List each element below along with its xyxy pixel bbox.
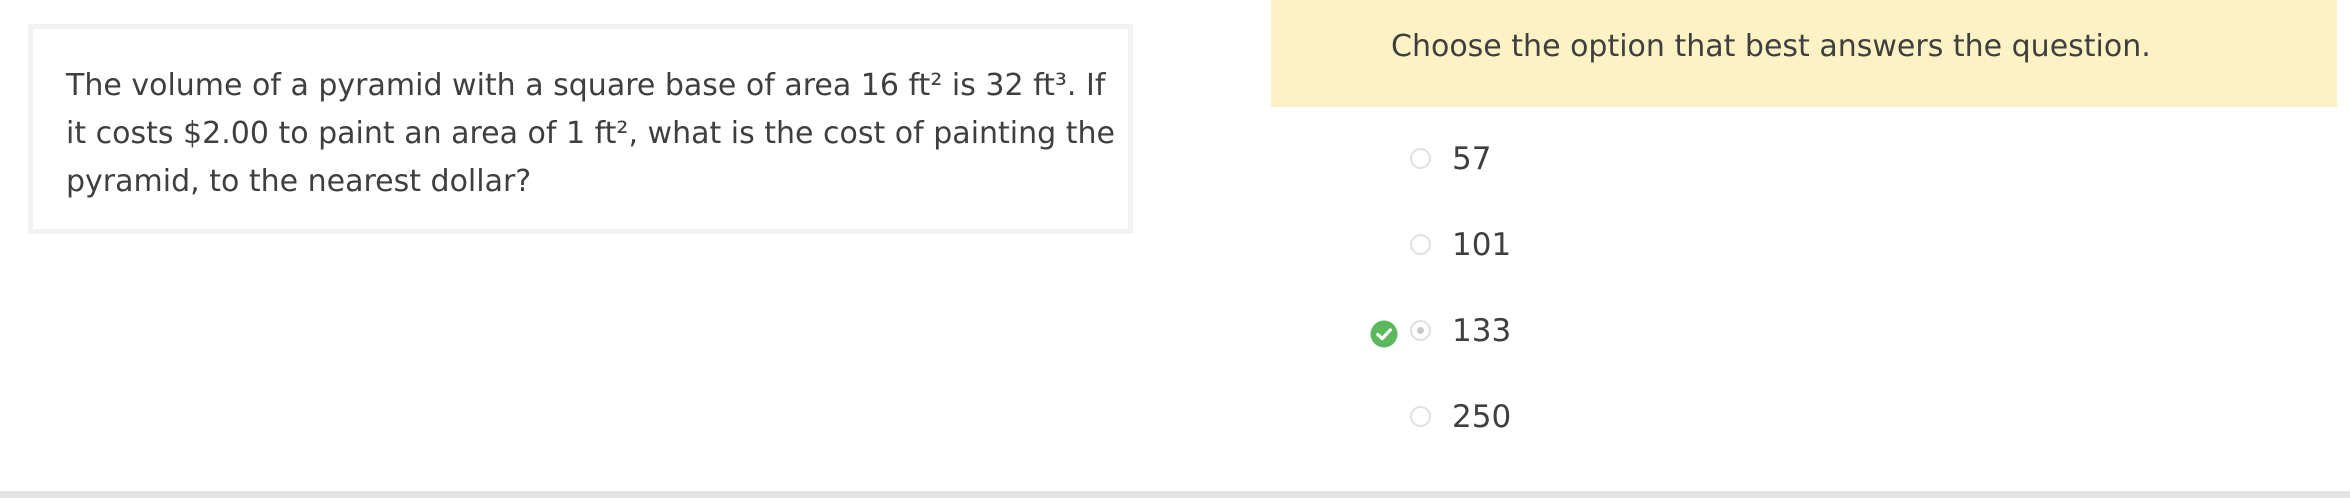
answer-option-3[interactable]: 133 (1370, 313, 1710, 354)
radio-button-selected[interactable] (1410, 320, 1431, 341)
option-label: 133 (1452, 313, 1512, 349)
option-label: 101 (1452, 227, 1512, 263)
radio-button[interactable] (1410, 406, 1431, 427)
option-label: 57 (1452, 141, 1492, 177)
answer-option-1[interactable]: 57 (1410, 141, 1710, 182)
option-label: 250 (1452, 399, 1512, 435)
answer-option-4[interactable]: 250 (1410, 399, 1710, 440)
answer-option-2[interactable]: 101 (1410, 227, 1710, 268)
radio-button[interactable] (1410, 234, 1431, 255)
instruction-text: Choose the option that best answers the … (1391, 29, 2151, 64)
radio-button[interactable] (1410, 148, 1431, 169)
check-circle-icon (1370, 320, 1398, 348)
instruction-banner: Choose the option that best answers the … (1271, 0, 2337, 107)
bottom-divider (0, 491, 2350, 498)
question-card: The volume of a pyramid with a square ba… (28, 24, 1133, 234)
question-text: The volume of a pyramid with a square ba… (66, 68, 1115, 199)
